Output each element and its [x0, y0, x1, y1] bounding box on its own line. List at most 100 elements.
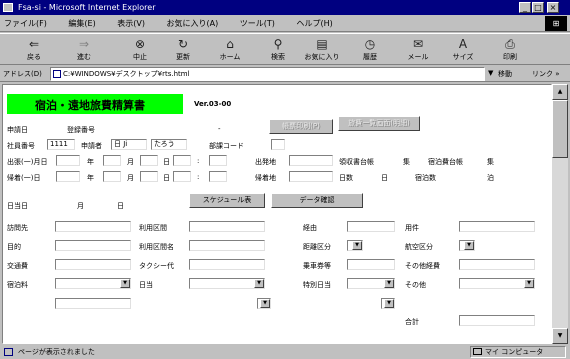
depart-year-input[interactable] [56, 155, 80, 166]
depart-day-unit: 日 [163, 158, 170, 166]
return-month-input[interactable] [103, 171, 121, 182]
applicant-input[interactable]: 日 Ji [111, 139, 147, 150]
return-date-label: 帰着(一)日 [7, 174, 41, 182]
applicant-name-input[interactable]: たろう [151, 139, 187, 150]
extra-select-1[interactable]: ▼ [257, 298, 271, 309]
return-minute-input[interactable] [209, 171, 227, 182]
use-section2-label: 利用区間名 [139, 243, 174, 251]
distance-label: 距離区分 [303, 243, 331, 251]
taxi-input[interactable] [189, 259, 265, 270]
other-allowance-select[interactable]: ▼ [459, 278, 535, 289]
purpose-input[interactable] [55, 240, 131, 251]
go-button[interactable]: 移動 [498, 69, 512, 79]
close-button[interactable]: × [547, 2, 559, 13]
route-input[interactable] [347, 221, 395, 232]
dept-code-input[interactable] [271, 139, 285, 150]
mail-button[interactable]: ✉ メール [398, 36, 438, 64]
chevron-down-icon: ▼ [120, 279, 130, 288]
use-section-input[interactable] [189, 221, 265, 232]
maximize-button[interactable]: □ [532, 2, 544, 13]
chevron-down-icon: ▼ [260, 299, 270, 308]
total-input[interactable] [459, 315, 535, 326]
depart-place-input[interactable] [289, 155, 333, 166]
visit-input[interactable] [55, 221, 131, 232]
refresh-button[interactable]: ↻ 更新 [163, 36, 203, 64]
menu-tools[interactable]: ツール(T) [236, 15, 275, 32]
toolbar: ⇐ 戻る ⇒ 進む ⊗ 中止 ↻ 更新 ⌂ ホーム ⚲ 検索 ▤ お気に入り ◷ 履歴 ✉ メール… [0, 33, 570, 65]
schedule-button[interactable]: スケジュール表 [189, 193, 265, 208]
address-bar: アドレス(D) C:¥WINDOWS¥デスクトップ¥rts.html ▼ 移動 … [0, 66, 570, 82]
class-type-select[interactable]: ▼ [459, 240, 475, 251]
staff-no-input[interactable]: 1111 [47, 139, 75, 150]
page-content: 宿泊・遠地旅費精算書 Ver.03-00 帳票印刷(P) 旅費一覧画面(明細) … [2, 84, 552, 344]
days-unit: 日 [381, 174, 388, 182]
print-button[interactable]: ⎙ 印刷 [490, 36, 530, 64]
chevron-down-icon: ▼ [384, 279, 394, 288]
menu-file[interactable]: ファイル(F) [0, 15, 47, 32]
history-button[interactable]: ◷ 履歴 [350, 36, 390, 64]
computer-icon [473, 348, 482, 355]
route-label: 経由 [303, 224, 317, 232]
matter-label: 用件 [405, 224, 419, 232]
chevron-down-icon: ▼ [464, 241, 474, 250]
home-icon: ⌂ [226, 37, 234, 51]
address-dropdown-icon[interactable]: ▼ [488, 69, 493, 77]
scroll-down-button[interactable]: ▼ [552, 328, 568, 344]
ie-logo-icon [3, 3, 13, 12]
special-allowance-select[interactable]: ▼ [347, 278, 395, 289]
depart-day-input[interactable] [140, 155, 158, 166]
forward-button[interactable]: ⇒ 進む [64, 36, 104, 64]
print-form-button[interactable]: 帳票印刷(P) [269, 119, 333, 134]
transport-input[interactable] [55, 259, 131, 270]
chevron-down-icon: ▼ [524, 279, 534, 288]
vertical-scrollbar[interactable]: ▲ ▼ [552, 84, 568, 344]
daily-allowance-select[interactable]: ▼ [189, 278, 265, 289]
menu-help[interactable]: ヘルプ(H) [292, 15, 332, 32]
font-size-button[interactable]: A サイズ [443, 36, 483, 64]
extra-input[interactable] [55, 298, 131, 309]
stop-button[interactable]: ⊗ 中止 [120, 36, 160, 64]
back-button[interactable]: ⇐ 戻る [14, 36, 54, 64]
favorites-button[interactable]: ▤ お気に入り [302, 36, 342, 64]
search-button[interactable]: ⚲ 検索 [258, 36, 298, 64]
return-year-input[interactable] [56, 171, 80, 182]
address-label: アドレス(D) [3, 70, 42, 78]
applicant-label: 申請者 [81, 142, 102, 150]
print-icon: ⎙ [505, 37, 515, 51]
other-cost-input[interactable] [459, 259, 535, 270]
depart-year-unit: 年 [87, 158, 94, 166]
return-hour-input[interactable] [173, 171, 191, 182]
return-month-unit: 月 [127, 174, 134, 182]
extra-select-2[interactable]: ▼ [381, 298, 395, 309]
chevron-down-icon: ▼ [384, 299, 394, 308]
use-section2-input[interactable] [189, 240, 265, 251]
forward-arrow-icon: ⇒ [78, 37, 90, 51]
receipt-count-unit: 集 [403, 158, 410, 166]
pay-month-unit: 月 [77, 202, 84, 210]
home-button[interactable]: ⌂ ホーム [210, 36, 250, 64]
visit-label: 訪問先 [7, 224, 28, 232]
scroll-thumb[interactable] [552, 100, 568, 158]
taxi-label: タクシー代 [139, 262, 174, 270]
minimize-button[interactable]: _ [519, 2, 531, 13]
distance-select[interactable]: ▼ [347, 240, 363, 251]
address-input[interactable]: C:¥WINDOWS¥デスクトップ¥rts.html [50, 67, 485, 81]
summary-screen-button[interactable]: 旅費一覧画面(明細) [338, 116, 420, 131]
data-check-button[interactable]: データ確認 [271, 193, 363, 208]
depart-minute-input[interactable] [209, 155, 227, 166]
return-day-input[interactable] [140, 171, 158, 182]
purpose-label: 目的 [7, 243, 21, 251]
status-bar: ページが表示されました マイ コンピュータ [0, 345, 570, 359]
matter-input[interactable] [459, 221, 535, 232]
transfer-input[interactable] [347, 259, 395, 270]
menu-edit[interactable]: 編集(E) [64, 15, 95, 32]
links-button[interactable]: リンク » [532, 69, 560, 79]
window-title-bar: Fsa-si - Microsoft Internet Explorer _ □… [0, 0, 570, 15]
depart-hour-input[interactable] [173, 155, 191, 166]
depart-month-input[interactable] [103, 155, 121, 166]
lodging-select[interactable]: ▼ [55, 278, 131, 289]
menu-view[interactable]: 表示(V) [113, 15, 145, 32]
menu-favorites[interactable]: お気に入り(A) [163, 15, 219, 32]
scroll-up-button[interactable]: ▲ [552, 84, 568, 100]
dest-place-input[interactable] [289, 171, 333, 182]
